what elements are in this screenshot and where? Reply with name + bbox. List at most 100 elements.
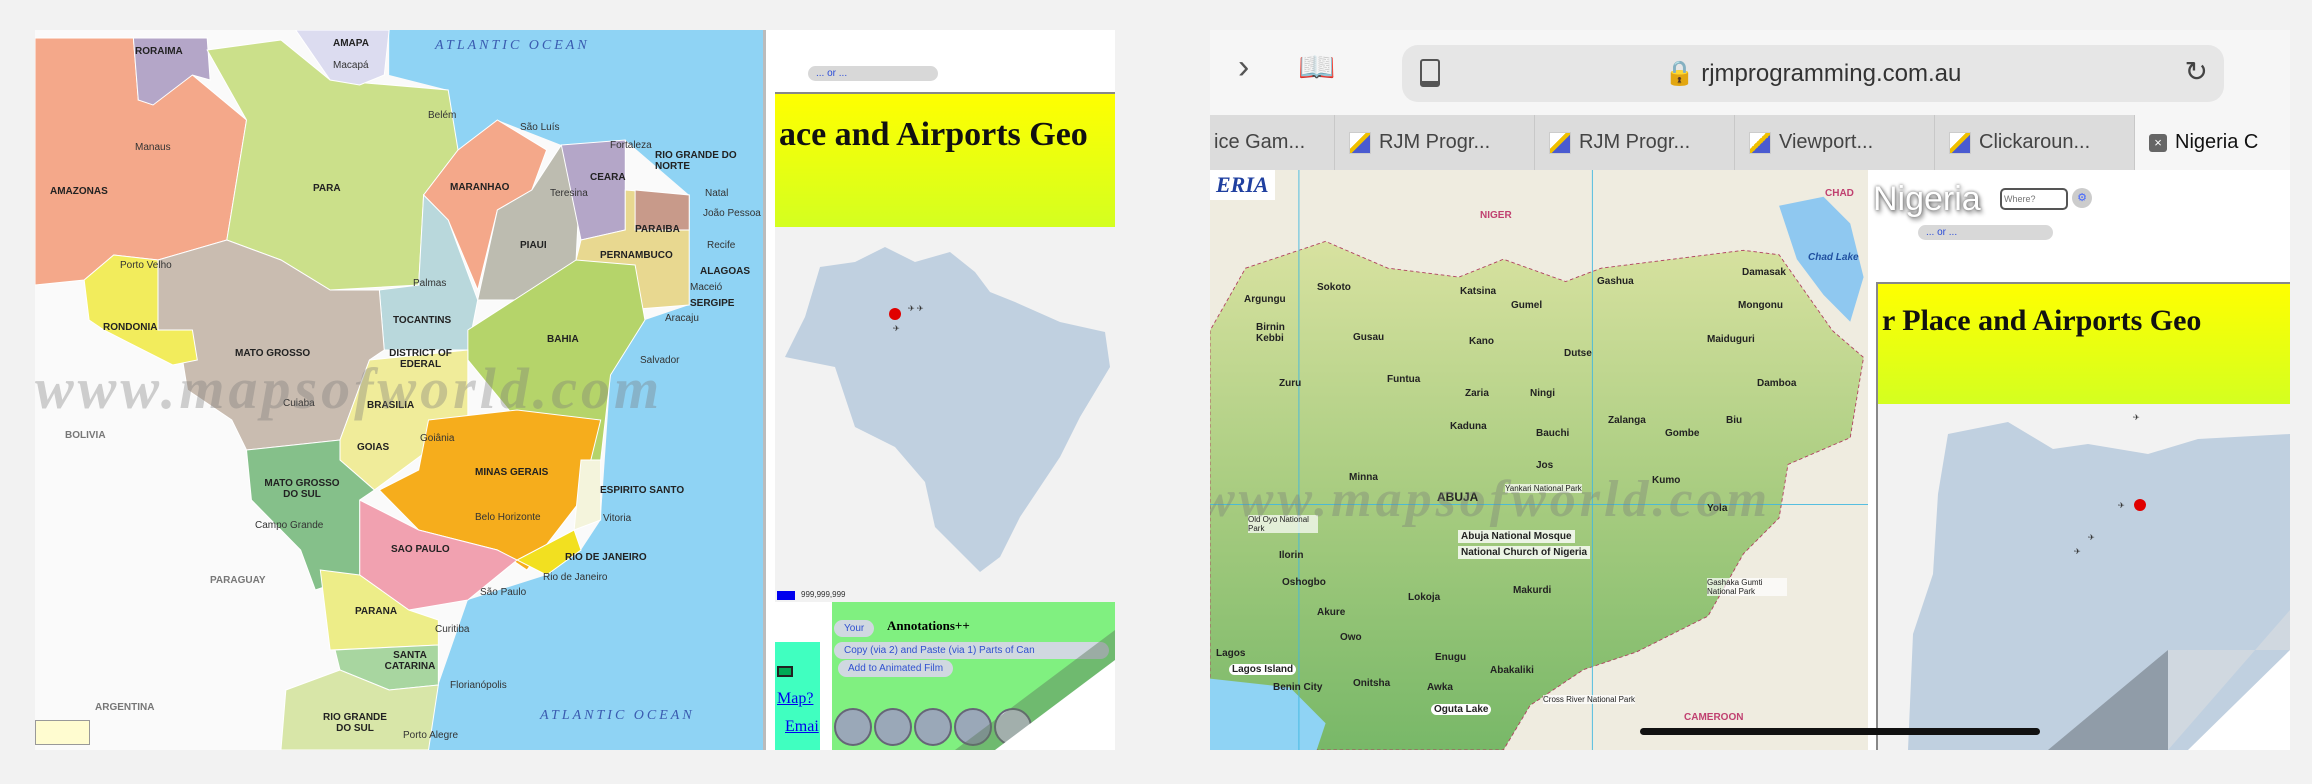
- page-curl: [2048, 610, 2290, 750]
- ocean-label: ATLANTIC OCEAN: [435, 38, 590, 53]
- close-tab-icon[interactable]: ×: [2149, 133, 2167, 152]
- legend-swatch: [777, 591, 795, 600]
- nigeria-map[interactable]: ERIA NIGER CHAD Chad Lake CAMEROON Sokot…: [1210, 170, 1868, 750]
- city-label: Florianópolis: [450, 680, 507, 691]
- map-label: Damasak: [1742, 267, 1786, 278]
- brazil-geo-chart[interactable]: ✈ ✈ ✈: [775, 227, 1115, 602]
- add-to-film-button[interactable]: Add to Animated Film: [838, 660, 954, 677]
- left-screenshot: ATLANTIC OCEAN ATLANTIC OCEAN RORAIMA AM…: [35, 30, 1115, 750]
- map-label: ALAGOAS: [700, 266, 750, 277]
- map-label: Benin City: [1273, 682, 1323, 693]
- email-link[interactable]: Emai: [785, 718, 819, 736]
- map-callout: Abuja National Mosque: [1458, 530, 1575, 543]
- map-label: RIO DE JANEIRO: [565, 552, 647, 563]
- map-label: RIO GRANDE DO SUL: [323, 712, 387, 734]
- globe-tool-icon[interactable]: [834, 708, 872, 746]
- map-label: Zuru: [1279, 378, 1302, 389]
- brazil-states-map[interactable]: ATLANTIC OCEAN ATLANTIC OCEAN RORAIMA AM…: [35, 30, 763, 750]
- bookmarks-icon[interactable]: 📖: [1298, 50, 1335, 85]
- where-input[interactable]: [2000, 188, 2068, 210]
- city-label: Campo Grande: [255, 520, 324, 531]
- home-indicator[interactable]: [1640, 728, 2040, 735]
- reload-icon[interactable]: ↻: [2185, 55, 2208, 88]
- map-label: Mongonu: [1738, 300, 1783, 311]
- address-bar[interactable]: 🔒 rjmprogramming.com.au ↻: [1402, 45, 2224, 102]
- map-label: Zalanga: [1608, 415, 1646, 426]
- tab-active[interactable]: × Nigeria C: [2135, 115, 2290, 170]
- brazil-geo-shape: ✈ ✈ ✈: [785, 247, 1110, 572]
- map-label: SERGIPE: [690, 298, 735, 309]
- map-label: Funtua: [1387, 374, 1421, 385]
- laptop-icon[interactable]: [777, 666, 793, 677]
- page-banner-title: ace and Airports Geo: [775, 92, 1115, 227]
- map-label: Gusau: [1353, 332, 1385, 343]
- svg-text:✈: ✈: [893, 324, 900, 333]
- place-select[interactable]: ... or ...: [1918, 225, 2053, 240]
- forward-button[interactable]: ›: [1238, 48, 1249, 87]
- legend-value: 999,999,999: [801, 590, 846, 599]
- city-label: Teresina: [550, 188, 588, 199]
- tab[interactable]: RJM Progr...: [1535, 115, 1735, 170]
- map-label: MINAS GERAIS: [475, 467, 549, 478]
- map-label: BOLIVIA: [65, 430, 106, 441]
- divider: [763, 30, 766, 750]
- map-label: NIGER: [1480, 210, 1512, 221]
- location-marker[interactable]: [2134, 499, 2146, 511]
- right-screenshot: › 📖 🔒 rjmprogramming.com.au ↻ ice Gam...…: [1210, 30, 2290, 750]
- map-link[interactable]: Map?: [777, 690, 813, 708]
- map-label: MARANHAO: [450, 182, 510, 193]
- annotation-select[interactable]: Your: [834, 620, 875, 637]
- tab[interactable]: Viewport...: [1735, 115, 1935, 170]
- rjm-favicon-icon: [1349, 131, 1371, 154]
- map-label: Zaria: [1465, 388, 1489, 399]
- map-label: Makurdi: [1513, 585, 1552, 596]
- city-label: São Luís: [520, 122, 560, 133]
- map-label: Dutse: [1564, 348, 1592, 359]
- city-label: Palmas: [413, 278, 447, 289]
- map-label: CHAD: [1825, 188, 1854, 199]
- city-label: Rio de Janeiro: [543, 572, 608, 583]
- map-label: PARAIBA: [635, 224, 680, 235]
- map-label: Damboa: [1757, 378, 1797, 389]
- svg-text:✈: ✈: [2118, 501, 2125, 510]
- map-label: RONDONIA: [103, 322, 158, 333]
- map-label: PIAUI: [520, 240, 547, 251]
- map-label: Lagos Island: [1229, 664, 1297, 675]
- map-label: GOIAS: [357, 442, 390, 453]
- map-callout: Gashaka Gumti National Park: [1707, 578, 1787, 596]
- map-label: BAHIA: [547, 334, 579, 345]
- country-title: Nigeria: [1873, 180, 1981, 218]
- watermark: www.mapsofworld.com: [35, 356, 664, 421]
- url-display[interactable]: 🔒 rjmprogramming.com.au: [1402, 59, 2224, 88]
- map-inset-box: [35, 720, 90, 745]
- map-label: PARANA: [355, 606, 398, 617]
- map-label: Bauchi: [1536, 428, 1570, 439]
- city-label: Fortaleza: [610, 140, 652, 151]
- map-label: Owo: [1340, 632, 1362, 643]
- map-label: TOCANTINS: [393, 315, 452, 326]
- city-label: Belém: [428, 110, 457, 121]
- url-text: rjmprogramming.com.au: [1701, 60, 1962, 87]
- location-marker[interactable]: [889, 308, 901, 320]
- map-label: Oshogbo: [1282, 577, 1326, 588]
- map-label: Onitsha: [1353, 678, 1391, 689]
- tab[interactable]: RJM Progr...: [1335, 115, 1535, 170]
- svg-text:✈: ✈: [2133, 413, 2140, 422]
- map-label: SAO PAULO: [391, 544, 450, 555]
- map-label: Oguta Lake: [1431, 704, 1492, 715]
- pen-tool-icon[interactable]: [874, 708, 912, 746]
- rjm-favicon-icon: [1749, 131, 1771, 154]
- settings-icon[interactable]: ⚙: [2072, 188, 2092, 208]
- map-label: Awka: [1427, 682, 1453, 693]
- web-page: Nigeria ⚙ ... or ... r Place and Airport…: [1868, 170, 2290, 750]
- tab[interactable]: Clickaroun...: [1935, 115, 2135, 170]
- page-curl: [955, 630, 1115, 750]
- map-label: Lokoja: [1408, 592, 1441, 603]
- square-tool-icon[interactable]: [914, 708, 952, 746]
- watermark: www.mapsofworld.com: [1210, 471, 1772, 528]
- tab[interactable]: ice Gam...: [1210, 115, 1335, 170]
- map-callout: Cross River National Park: [1543, 695, 1636, 704]
- city-label: Recife: [707, 240, 736, 251]
- map-label: Gombe: [1665, 428, 1700, 439]
- place-select[interactable]: ... or ...: [808, 66, 938, 81]
